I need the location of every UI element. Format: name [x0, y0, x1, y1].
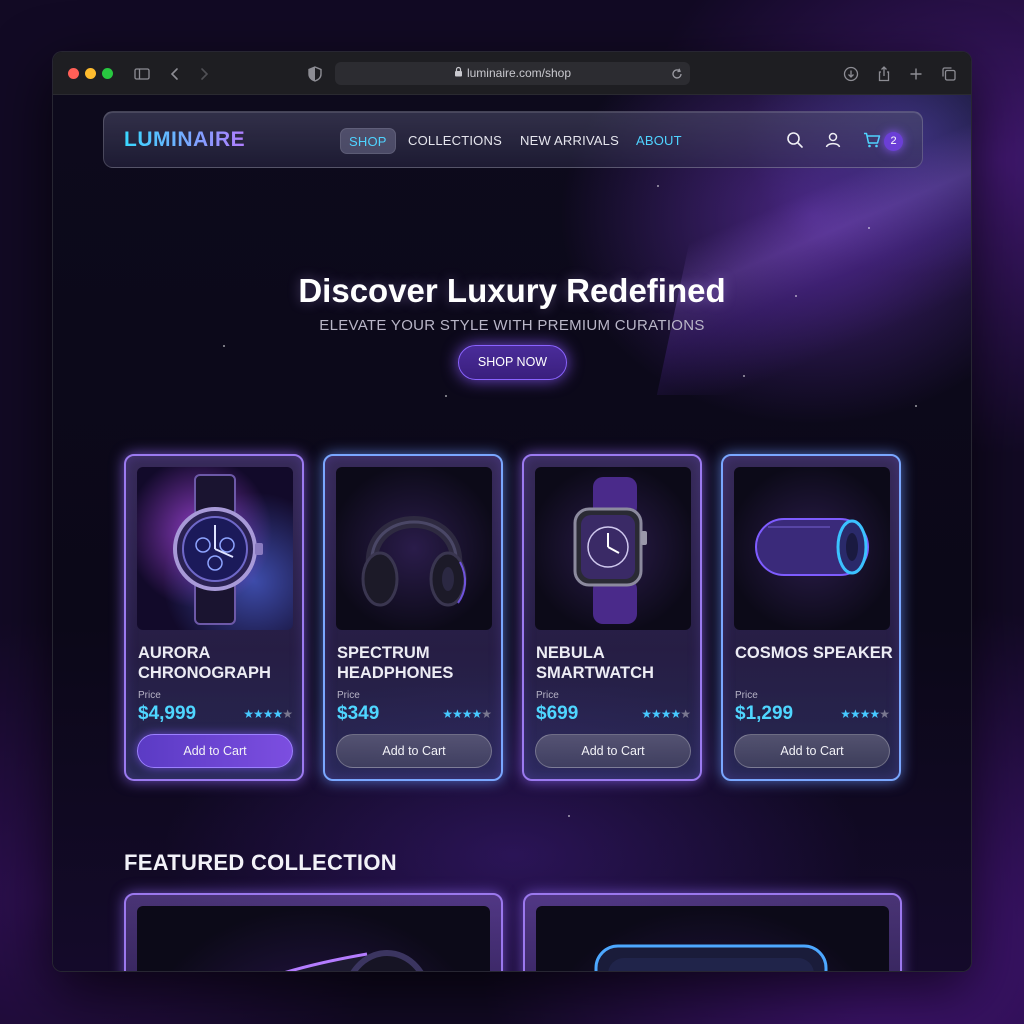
price-label: Price	[735, 690, 758, 701]
price-label: Price	[337, 690, 360, 701]
maximize-window-button[interactable]	[102, 68, 113, 79]
site-navbar: LUMINAIRE SHOP COLLECTIONS NEW ARRIVALS …	[103, 111, 923, 168]
star	[868, 227, 870, 229]
rating-stars: ★★★★★	[442, 707, 492, 721]
back-icon[interactable]	[165, 64, 185, 84]
product-card[interactable]: COSMOS SPEAKER Price $1,299 ★★★★★ Add to…	[721, 454, 901, 781]
hero-subtitle: ELEVATE YOUR STYLE WITH PREMIUM CURATION…	[319, 317, 705, 334]
product-name[interactable]: AURORA CHRONOGRAPH	[138, 643, 298, 683]
add-to-cart-button[interactable]: Add to Cart	[734, 734, 890, 768]
featured-image-speaker[interactable]	[137, 906, 490, 971]
share-icon[interactable]	[874, 64, 894, 84]
user-icon[interactable]	[823, 130, 843, 150]
product-image-smartwatch[interactable]	[535, 467, 691, 630]
reload-icon[interactable]	[670, 66, 684, 80]
shield-icon[interactable]	[305, 64, 325, 84]
minimize-window-button[interactable]	[85, 68, 96, 79]
address-bar[interactable]: luminaire.com/shop	[335, 62, 690, 85]
sidebar-toggle-icon[interactable]	[132, 64, 152, 84]
rating-stars: ★★★★★	[840, 707, 890, 721]
site-logo[interactable]: LUMINAIRE	[124, 128, 245, 152]
price-label: Price	[138, 690, 161, 701]
product-name[interactable]: COSMOS SPEAKER	[735, 643, 895, 663]
close-window-button[interactable]	[68, 68, 79, 79]
hero-title: Discover Luxury Redefined	[298, 272, 726, 309]
price-label: Price	[536, 690, 559, 701]
forward-icon[interactable]	[194, 64, 214, 84]
star	[915, 405, 917, 407]
product-name[interactable]: NEBULA SMARTWATCH	[536, 643, 696, 683]
add-to-cart-button[interactable]: Add to Cart	[336, 734, 492, 768]
download-icon[interactable]	[841, 64, 861, 84]
nav-link-new-arrivals[interactable]: NEW ARRIVALS	[520, 128, 619, 154]
nav-link-about[interactable]: ABOUT	[636, 128, 682, 154]
browser-window: luminaire.com/shop LUMINAIRE SHOP COLLEC…	[52, 51, 972, 972]
star	[743, 375, 745, 377]
add-to-cart-button[interactable]: Add to Cart	[137, 734, 293, 768]
web-page: LUMINAIRE SHOP COLLECTIONS NEW ARRIVALS …	[53, 95, 971, 971]
product-price: $1,299	[735, 703, 794, 724]
product-card[interactable]: NEBULA SMARTWATCH Price $699 ★★★★★ Add t…	[522, 454, 702, 781]
tab-overview-icon[interactable]	[939, 64, 959, 84]
product-image-watch[interactable]	[137, 467, 293, 630]
product-price: $4,999	[138, 703, 197, 724]
rating-stars: ★★★★★	[641, 707, 691, 721]
cart-icon[interactable]	[862, 130, 882, 150]
featured-card[interactable]	[523, 893, 902, 971]
featured-image-speaker[interactable]	[536, 906, 889, 971]
product-image-headphones[interactable]	[336, 467, 492, 630]
star	[445, 395, 447, 397]
featured-collection-heading: FEATURED COLLECTION	[124, 850, 397, 875]
product-price: $699	[536, 703, 579, 724]
rating-stars: ★★★★★	[243, 707, 293, 721]
product-card[interactable]: SPECTRUM HEADPHONES Price $349 ★★★★★ Add…	[323, 454, 503, 781]
product-card[interactable]: AURORA CHRONOGRAPH Price $4,999 ★★★★★ Ad…	[124, 454, 304, 781]
shop-now-button[interactable]: SHOP NOW	[458, 345, 567, 380]
browser-titlebar: luminaire.com/shop	[53, 52, 971, 95]
url-text: luminaire.com/shop	[466, 66, 572, 80]
featured-card[interactable]	[124, 893, 503, 971]
star	[657, 185, 659, 187]
product-price: $349	[337, 703, 380, 724]
nav-link-collections[interactable]: COLLECTIONS	[408, 128, 502, 154]
product-name[interactable]: SPECTRUM HEADPHONES	[337, 643, 497, 683]
lock-icon	[454, 62, 463, 85]
nav-link-shop[interactable]: SHOP	[340, 128, 396, 154]
product-image-speaker[interactable]	[734, 467, 890, 630]
add-to-cart-button[interactable]: Add to Cart	[535, 734, 691, 768]
star	[223, 345, 225, 347]
star	[568, 815, 570, 817]
search-icon[interactable]	[785, 130, 805, 150]
new-tab-icon[interactable]	[906, 64, 926, 84]
cart-count-badge[interactable]: 2	[884, 132, 903, 151]
